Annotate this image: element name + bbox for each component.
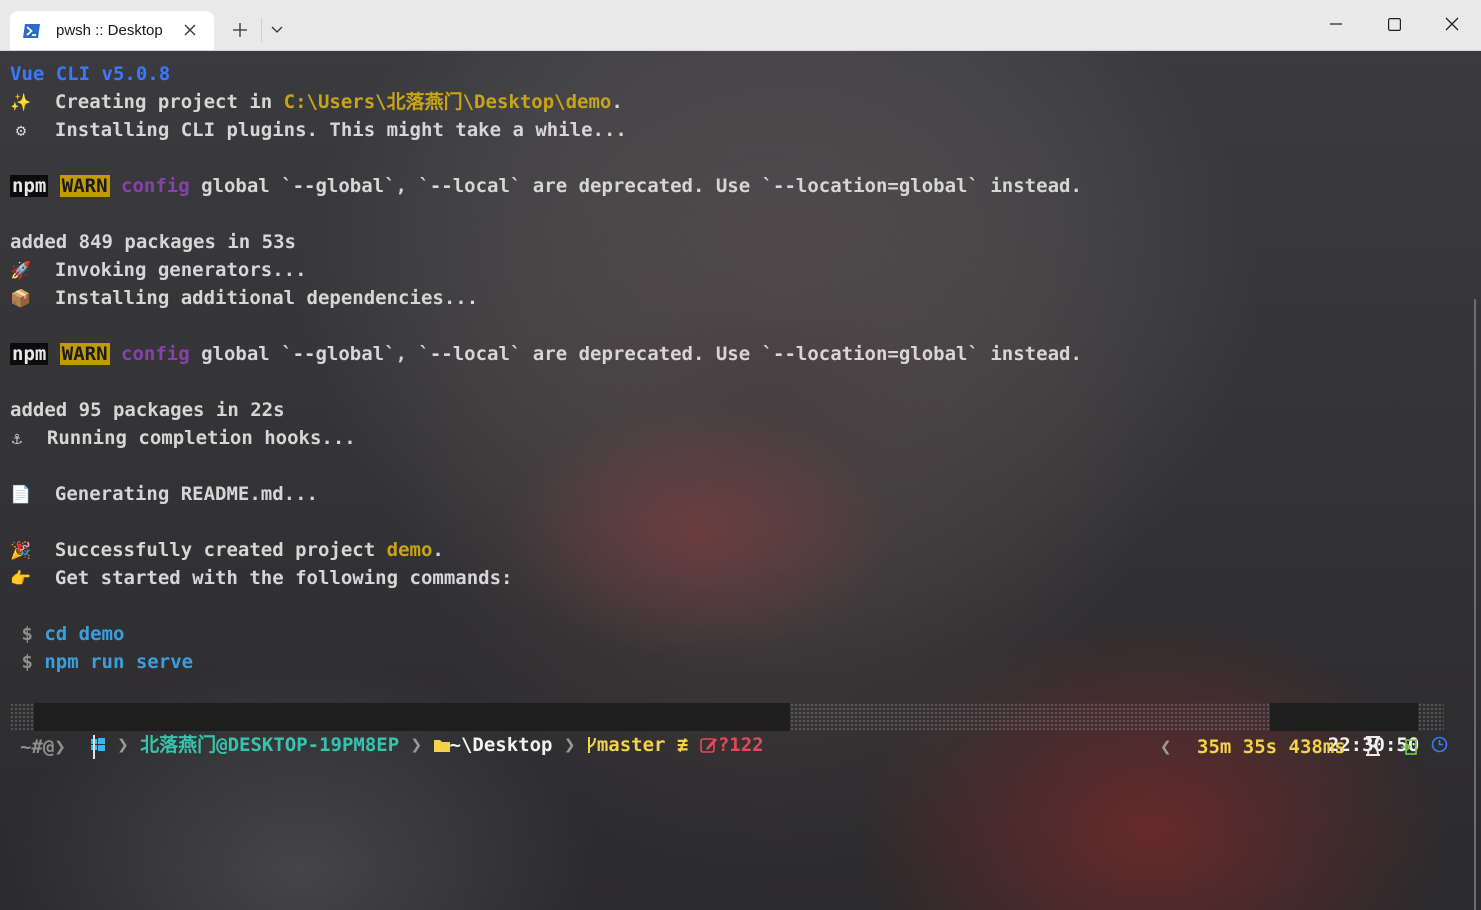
command-duration: 35m 35s 438ms <box>1197 736 1346 758</box>
party-popper-icon: 🎉 <box>10 541 32 561</box>
close-window-button[interactable] <box>1423 0 1481 48</box>
output-creating: ✨ Creating project in C:\Users\北落燕门\Desk… <box>10 88 623 116</box>
readme-text: Generating README.md... <box>54 483 318 505</box>
installing-deps-text: Installing additional dependencies... <box>54 287 479 309</box>
prompt-time-segment: 22:30:50 <box>1270 703 1448 756</box>
edit-icon <box>700 734 718 756</box>
maximize-button[interactable] <box>1365 0 1423 48</box>
output-added-1: added 849 packages in 53s <box>10 231 296 253</box>
tab-pwsh-desktop[interactable]: pwsh :: Desktop <box>10 11 214 50</box>
vue-cli-header: Vue CLI v5.0.8 <box>10 63 171 85</box>
gear-icon: ⚙ <box>15 121 27 141</box>
plus-icon[interactable] <box>226 16 254 44</box>
chevron-down-icon[interactable] <box>266 18 288 42</box>
installing-plugins-text: Installing CLI plugins. This might take … <box>54 119 627 141</box>
hourglass-icon <box>1364 733 1382 761</box>
warn-label: WARN <box>59 343 110 365</box>
output-completion-hooks: ⚓ Running completion hooks... <box>10 424 356 452</box>
command-text: cd demo <box>44 623 125 645</box>
package-icon: 📦 <box>10 289 32 309</box>
close-tab-icon[interactable] <box>182 20 198 40</box>
anchor-icon: ⚓ <box>11 429 23 449</box>
git-branch-icon <box>587 734 597 756</box>
command-cd: $ cd demo <box>10 620 124 648</box>
prompt-branch: master <box>596 734 666 756</box>
config-label: config <box>121 343 190 365</box>
segment-separator: ❯ <box>117 734 129 756</box>
dollar-sign: $ <box>21 651 33 673</box>
npm-label: npm <box>10 343 49 365</box>
output-get-started: 👉 Get started with the following command… <box>10 564 512 592</box>
success-suffix: . <box>432 539 444 561</box>
output-installing-deps: 📦 Installing additional dependencies... <box>10 284 478 312</box>
dollar-sign: $ <box>21 623 33 645</box>
prompt-host: @DESKTOP-19PM8EP <box>216 734 400 756</box>
folder-icon <box>433 734 450 756</box>
segment-separator: ❯ <box>563 734 576 756</box>
completion-hooks-text: Running completion hooks... <box>46 427 356 449</box>
command-serve: $ npm run serve <box>10 648 193 676</box>
prompt-untracked: ?122 <box>717 734 764 756</box>
text-cursor[interactable] <box>93 735 95 759</box>
chevron-left-icon: ❮ <box>1160 736 1172 758</box>
sparkles-icon: ✨ <box>10 93 32 113</box>
output-installing-plugins: ⚙ Installing CLI plugins. This might tak… <box>10 116 627 144</box>
output-readme: 📄 Generating README.md... <box>10 480 318 508</box>
command-text: npm run serve <box>44 651 194 673</box>
clock-icon <box>1431 734 1448 756</box>
prompt-segments: ❯ 北落燕门@DESKTOP-19PM8EP ❯ ~\Desktop ❯ mas… <box>34 703 790 756</box>
npm-label: npm <box>10 175 49 197</box>
page-icon: 📄 <box>10 485 32 505</box>
output-invoking: 🚀 Invoking generators... <box>10 256 307 284</box>
terminal-pane[interactable]: Vue CLI v5.0.8 ✨ Creating project in C:\… <box>0 51 1481 910</box>
output-added-2: added 95 packages in 22s <box>10 399 285 421</box>
creating-suffix: . <box>611 91 623 113</box>
output-success: 🎉 Successfully created project demo. <box>10 536 444 564</box>
npm-warn-line-1: npm WARN config global `--global`, `--lo… <box>10 172 1082 200</box>
prompt-user: 北落燕门 <box>140 734 217 756</box>
success-text: Successfully created project <box>54 539 387 561</box>
pointing-hand-icon: 👉 <box>10 569 32 589</box>
get-started-text: Get started with the following commands: <box>54 567 513 589</box>
warn-label: WARN <box>59 175 110 197</box>
git-status-symbol: ≢ <box>676 734 689 756</box>
tab-title: pwsh :: Desktop <box>56 22 163 39</box>
title-bar: pwsh :: Desktop <box>0 0 1481 51</box>
creating-text: Creating project in <box>54 91 284 113</box>
prompt-path: ~\Desktop <box>449 734 553 756</box>
minimize-button[interactable] <box>1307 0 1365 48</box>
warn-message: global `--global`, `--local` are depreca… <box>189 343 1082 365</box>
warn-message: global `--global`, `--local` are depreca… <box>189 175 1082 197</box>
divider <box>261 18 262 42</box>
input-prompt-symbol: ~#@❯ <box>20 736 66 758</box>
project-name: demo <box>386 539 433 561</box>
powershell-icon <box>23 22 41 40</box>
rocket-icon: 🚀 <box>10 261 32 281</box>
project-path: C:\Users\北落燕门\Desktop\demo <box>283 91 612 113</box>
invoking-text: Invoking generators... <box>54 259 307 281</box>
config-label: config <box>121 175 190 197</box>
exit-icon <box>1400 733 1418 761</box>
npm-warn-line-2: npm WARN config global `--global`, `--lo… <box>10 340 1082 368</box>
segment-separator: ❯ <box>410 734 423 756</box>
scrollbar[interactable] <box>1474 299 1476 910</box>
